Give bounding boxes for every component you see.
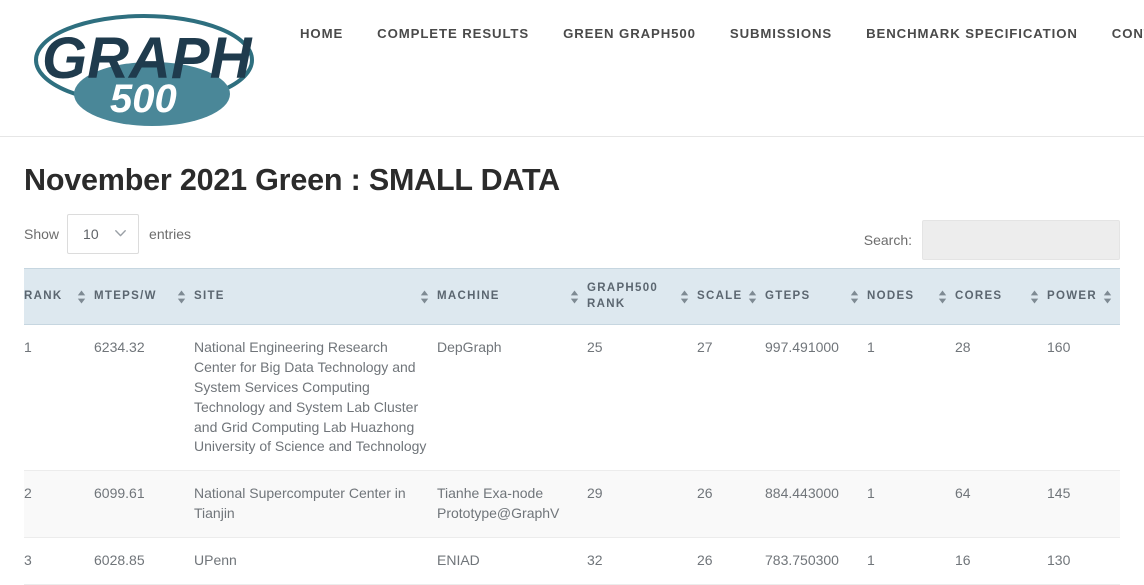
- cell-mteps-w: 6028.85: [94, 538, 194, 585]
- column-label-rank: RANK: [24, 289, 62, 305]
- table-row[interactable]: 1 6234.32 National Engineering Research …: [24, 325, 1120, 471]
- search-label: Search:: [864, 232, 912, 248]
- cell-machine: DepGraph: [437, 325, 587, 471]
- entries-label: entries: [149, 226, 191, 242]
- cell-mteps-w: 6099.61: [94, 471, 194, 538]
- cell-power: 145: [1047, 471, 1120, 538]
- table-search: Search:: [864, 220, 1120, 260]
- column-header-cores[interactable]: CORES: [955, 269, 1047, 325]
- results-table: RANK MTEPS/W: [24, 268, 1120, 585]
- graph500-logo[interactable]: GRAPH 500: [28, 2, 260, 134]
- graph500-logo-icon: GRAPH 500: [28, 2, 260, 134]
- cell-gteps: 884.443000: [765, 471, 867, 538]
- chevron-down-icon: [115, 230, 126, 237]
- column-header-power[interactable]: POWER: [1047, 269, 1120, 325]
- column-label-graph500-rank: GRAPH500 RANK: [587, 281, 674, 312]
- table-row[interactable]: 2 6099.61 National Supercomputer Center …: [24, 471, 1120, 538]
- show-label: Show: [24, 226, 59, 242]
- sort-arrows-icon: [850, 290, 859, 304]
- column-label-power: POWER: [1047, 289, 1097, 305]
- sort-arrows-icon: [177, 290, 186, 304]
- cell-scale: 27: [697, 325, 765, 471]
- page-title: November 2021 Green : SMALL DATA: [24, 137, 1120, 198]
- column-label-site: SITE: [194, 289, 225, 305]
- nav-home[interactable]: HOME: [300, 26, 343, 41]
- site-header: GRAPH 500 HOME COMPLETE RESULTS GREEN GR…: [0, 0, 1144, 137]
- results-table-header: RANK MTEPS/W: [24, 269, 1120, 325]
- results-table-body: 1 6234.32 National Engineering Research …: [24, 325, 1120, 585]
- cell-nodes: 1: [867, 325, 955, 471]
- cell-graph500-rank: 25: [587, 325, 697, 471]
- cell-power: 160: [1047, 325, 1120, 471]
- cell-site: National Supercomputer Center in Tianjin: [194, 471, 437, 538]
- cell-site: UPenn: [194, 538, 437, 585]
- column-label-machine: MACHINE: [437, 289, 500, 305]
- column-header-scale[interactable]: SCALE: [697, 269, 765, 325]
- sort-arrows-icon: [420, 290, 429, 304]
- entries-select-value: 10: [83, 226, 99, 242]
- search-input[interactable]: [922, 220, 1120, 260]
- column-header-gteps[interactable]: GTEPS: [765, 269, 867, 325]
- entries-select[interactable]: 10: [67, 214, 139, 254]
- column-label-scale: SCALE: [697, 289, 742, 305]
- column-label-gteps: GTEPS: [765, 289, 810, 305]
- sort-arrows-icon: [938, 290, 947, 304]
- cell-gteps: 783.750300: [765, 538, 867, 585]
- sort-arrows-icon: [1103, 290, 1112, 304]
- nav-benchmark-specification[interactable]: BENCHMARK SPECIFICATION: [866, 26, 1078, 41]
- column-header-mteps-w[interactable]: MTEPS/W: [94, 269, 194, 325]
- cell-graph500-rank: 29: [587, 471, 697, 538]
- cell-rank: 3: [24, 538, 94, 585]
- column-header-machine[interactable]: MACHINE: [437, 269, 587, 325]
- cell-nodes: 1: [867, 538, 955, 585]
- cell-graph500-rank: 32: [587, 538, 697, 585]
- entries-length-control: Show 10 entries: [24, 214, 191, 254]
- nav-complete-results[interactable]: COMPLETE RESULTS: [377, 26, 529, 41]
- column-label-cores: CORES: [955, 289, 1002, 305]
- nav-green-graph500[interactable]: GREEN GRAPH500: [563, 26, 696, 41]
- table-controls: Show 10 entries Search:: [24, 210, 1120, 268]
- cell-site: National Engineering Research Center for…: [194, 325, 437, 471]
- page-body: November 2021 Green : SMALL DATA Show 10…: [0, 137, 1144, 585]
- cell-cores: 28: [955, 325, 1047, 471]
- sort-arrows-icon: [748, 290, 757, 304]
- cell-rank: 1: [24, 325, 94, 471]
- column-header-site[interactable]: SITE: [194, 269, 437, 325]
- column-label-nodes: NODES: [867, 289, 914, 305]
- cell-scale: 26: [697, 538, 765, 585]
- nav-submissions[interactable]: SUBMISSIONS: [730, 26, 832, 41]
- column-label-mteps-w: MTEPS/W: [94, 289, 157, 305]
- cell-mteps-w: 6234.32: [94, 325, 194, 471]
- cell-cores: 16: [955, 538, 1047, 585]
- sort-arrows-icon: [680, 290, 689, 304]
- nav-contact-us[interactable]: CONTACT US: [1112, 26, 1144, 41]
- cell-gteps: 997.491000: [765, 325, 867, 471]
- column-header-nodes[interactable]: NODES: [867, 269, 955, 325]
- cell-rank: 2: [24, 471, 94, 538]
- sort-arrows-icon: [1030, 290, 1039, 304]
- main-navigation: HOME COMPLETE RESULTS GREEN GRAPH500 SUB…: [300, 26, 1144, 41]
- cell-nodes: 1: [867, 471, 955, 538]
- logo-number: 500: [110, 77, 177, 121]
- table-row[interactable]: 3 6028.85 UPenn ENIAD 32 26 783.750300 1…: [24, 538, 1120, 585]
- cell-machine: Tianhe Exa-node Prototype@GraphV: [437, 471, 587, 538]
- column-header-graph500-rank[interactable]: GRAPH500 RANK: [587, 269, 697, 325]
- table-header-row: RANK MTEPS/W: [24, 269, 1120, 325]
- cell-power: 130: [1047, 538, 1120, 585]
- column-header-rank[interactable]: RANK: [24, 269, 94, 325]
- sort-arrows-icon: [570, 290, 579, 304]
- cell-cores: 64: [955, 471, 1047, 538]
- cell-machine: ENIAD: [437, 538, 587, 585]
- sort-arrows-icon: [77, 290, 86, 304]
- cell-scale: 26: [697, 471, 765, 538]
